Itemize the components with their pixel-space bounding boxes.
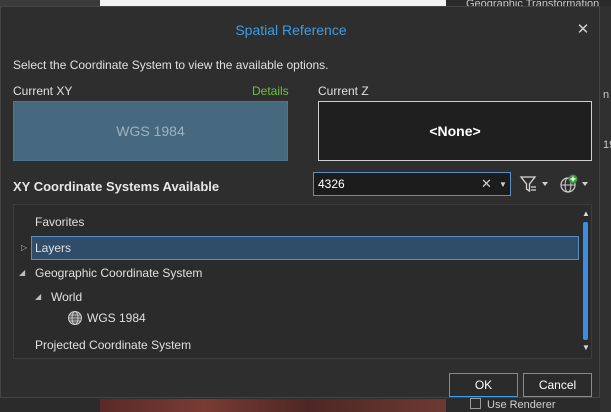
tree-item-layers[interactable]: Layers	[31, 236, 579, 260]
background-edge-text: n	[603, 89, 610, 101]
collapse-icon[interactable]: ◢	[19, 268, 25, 277]
collapse-icon[interactable]: ◢	[35, 292, 41, 301]
current-z-box[interactable]: <None>	[318, 101, 592, 161]
current-xy-label: Current XY	[13, 84, 73, 98]
scroll-up-icon[interactable]: ▲	[582, 209, 590, 218]
ok-button[interactable]: OK	[449, 373, 518, 397]
available-systems-title: XY Coordinate Systems Available	[13, 179, 220, 194]
tree-item-world[interactable]: World	[51, 285, 82, 309]
tree-item-label: Layers	[35, 241, 72, 255]
filter-icon	[519, 176, 548, 193]
tree-scrollbar[interactable]: ▲ ▼	[581, 205, 591, 358]
tree-item-label: WGS 1984	[87, 311, 146, 325]
chevron-right-icon[interactable]: ▷	[21, 243, 27, 252]
search-input[interactable]	[318, 175, 478, 193]
close-icon: ✕	[576, 21, 590, 38]
background-edge-text: 19	[603, 139, 611, 151]
scroll-thumb[interactable]	[583, 222, 588, 340]
tree-item-geographic[interactable]: Geographic Coordinate System	[35, 261, 202, 285]
search-box[interactable]: ✕ ▼	[313, 172, 511, 196]
close-button[interactable]: ✕	[575, 22, 591, 38]
tree-item-projected[interactable]: Projected Coordinate System	[35, 333, 191, 357]
instruction-text: Select the Coordinate System to view the…	[13, 58, 329, 72]
scroll-down-icon[interactable]: ▼	[582, 343, 590, 352]
globe-icon	[68, 311, 82, 325]
chevron-down-icon[interactable]: ▼	[499, 177, 507, 193]
background-use-renderer[interactable]: Use Renderer	[470, 398, 555, 411]
cancel-button[interactable]: Cancel	[523, 373, 592, 397]
coordinate-system-tree: Favorites Layers ▷ ◢ Geographic Coordina…	[13, 204, 592, 359]
current-z-label: Current Z	[318, 84, 369, 98]
globe-add-icon	[560, 174, 588, 193]
filter-button[interactable]	[519, 174, 551, 194]
use-renderer-label: Use Renderer	[487, 399, 556, 411]
add-coordinate-system-button[interactable]	[558, 174, 592, 194]
dialog-title: Spatial Reference	[235, 22, 347, 38]
spatial-reference-dialog: Spatial Reference ✕ Select the Coordinat…	[0, 6, 600, 398]
background-map-image	[100, 399, 446, 412]
current-xy-value: WGS 1984	[116, 123, 185, 139]
clear-icon[interactable]: ✕	[481, 176, 492, 192]
use-renderer-checkbox[interactable]	[470, 398, 481, 409]
details-link[interactable]: Details	[252, 84, 289, 98]
background-right-panel	[600, 6, 611, 412]
current-z-value: <None>	[429, 123, 481, 139]
tree-item-favorites[interactable]: Favorites	[35, 210, 84, 234]
current-xy-box[interactable]: WGS 1984	[13, 101, 288, 161]
